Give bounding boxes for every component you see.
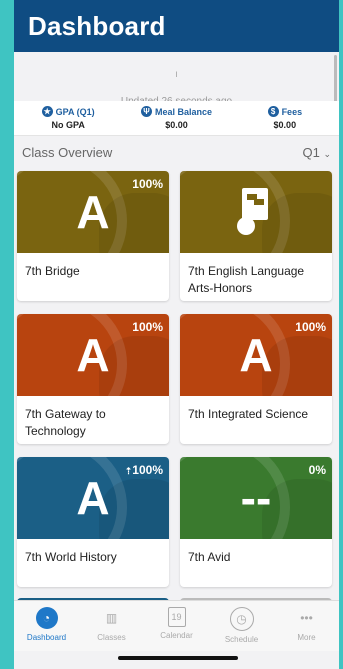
class-name: 7th Integrated Science bbox=[188, 407, 309, 421]
classes-icon: ▥ bbox=[105, 611, 118, 625]
class-grade: A bbox=[239, 329, 273, 381]
class-grade: A bbox=[76, 329, 110, 381]
more-icon: ••• bbox=[300, 611, 313, 625]
gpa-label-row: ★ GPA (Q1) bbox=[41, 106, 95, 117]
class-name: 7th English Language Arts-Honors bbox=[188, 264, 305, 295]
header-bar: Dashboard bbox=[14, 0, 339, 52]
fees-value: $0.00 bbox=[273, 120, 297, 130]
class-name: 7th Gateway to Technology bbox=[25, 407, 106, 438]
meal-icon: Ψ bbox=[140, 106, 152, 117]
class-card[interactable]: A 100% 7th Gateway to Technology bbox=[17, 314, 169, 444]
page-title: Dashboard bbox=[28, 10, 166, 41]
tab-dashboard[interactable]: ◔ Dashboard bbox=[14, 601, 79, 651]
class-card[interactable]: A 100% 7th Bridge bbox=[17, 171, 169, 301]
class-grade: A bbox=[76, 186, 110, 238]
class-name: 7th Avid bbox=[188, 550, 231, 564]
app-screen: Dashboard ı Updated 26 seconds ago ★ GPA… bbox=[14, 0, 339, 669]
class-card[interactable]: -- 0% 7th Avid bbox=[180, 457, 332, 587]
tab-label: Dashboard bbox=[26, 633, 67, 642]
class-card-banner: A ⇡100% bbox=[17, 457, 169, 539]
class-name: 7th Bridge bbox=[25, 264, 80, 278]
class-percent: ⇡100% bbox=[125, 463, 163, 477]
refresh-spinner: ı bbox=[175, 68, 178, 80]
class-grade: -- bbox=[240, 472, 272, 524]
meal-value: $0.00 bbox=[165, 120, 188, 130]
book-apple-icon bbox=[237, 188, 268, 235]
class-card-banner: A 100% bbox=[17, 171, 169, 253]
class-overview-header: Class Overview Q1 ⌄ bbox=[22, 143, 331, 161]
class-grid: A 100% 7th Bridge 7th English Language A… bbox=[17, 171, 335, 587]
summary-bar: ★ GPA (Q1) No GPA Ψ Meal Balance $0.00 $… bbox=[14, 101, 339, 136]
calendar-icon: 19 bbox=[167, 607, 186, 627]
tab-more[interactable]: ••• More bbox=[274, 601, 339, 651]
gpa-label: GPA (Q1) bbox=[55, 106, 95, 117]
class-percent: 100% bbox=[295, 320, 326, 334]
class-percent: 0% bbox=[308, 463, 326, 477]
bottom-tab-bar: ◔ Dashboard ▥ Classes 19 Calendar ◷ Sche… bbox=[14, 600, 339, 651]
class-card[interactable]: A ⇡100% 7th World History bbox=[17, 457, 169, 587]
class-card[interactable]: 7th English Language Arts-Honors bbox=[180, 171, 332, 301]
tab-label: More bbox=[297, 633, 316, 642]
meal-balance-summary[interactable]: Ψ Meal Balance $0.00 bbox=[122, 101, 230, 135]
star-icon: ★ bbox=[41, 106, 53, 117]
gpa-summary[interactable]: ★ GPA (Q1) No GPA bbox=[14, 101, 122, 135]
fees-label: Fees bbox=[281, 106, 303, 117]
tab-label: Schedule bbox=[224, 635, 259, 644]
quarter-label: Q1 bbox=[302, 144, 320, 160]
quarter-selector[interactable]: Q1 ⌄ bbox=[302, 145, 331, 160]
class-card-banner: -- 0% bbox=[180, 457, 332, 539]
class-grade: A bbox=[76, 472, 110, 524]
dollar-icon: $ bbox=[267, 106, 279, 117]
home-indicator bbox=[118, 656, 238, 660]
class-name: 7th World History bbox=[25, 550, 117, 564]
class-percent: 100% bbox=[132, 177, 163, 191]
class-percent: 100% bbox=[132, 320, 163, 334]
tab-label: Classes bbox=[97, 633, 126, 642]
tab-calendar[interactable]: 19 Calendar bbox=[144, 601, 209, 651]
pull-refresh-indicator: ı bbox=[14, 52, 339, 96]
schedule-icon: ◷ bbox=[229, 607, 254, 631]
class-percent-value: 100% bbox=[132, 463, 163, 477]
fees-summary[interactable]: $ Fees $0.00 bbox=[231, 101, 339, 135]
tab-label: Calendar bbox=[160, 631, 193, 640]
class-card-banner: A 100% bbox=[17, 314, 169, 396]
class-card[interactable]: A 100% 7th Integrated Science bbox=[180, 314, 332, 444]
class-overview-title: Class Overview bbox=[22, 144, 113, 160]
chevron-down-icon: ⌄ bbox=[323, 148, 331, 159]
tab-classes[interactable]: ▥ Classes bbox=[79, 601, 144, 651]
fees-label-row: $ Fees bbox=[267, 106, 303, 117]
tab-schedule[interactable]: ◷ Schedule bbox=[209, 601, 274, 651]
class-card-banner: A 100% bbox=[180, 314, 332, 396]
dashboard-icon: ◔ bbox=[35, 607, 58, 629]
class-card-banner bbox=[180, 171, 332, 253]
meal-label-row: Ψ Meal Balance bbox=[140, 106, 212, 117]
gpa-value: No GPA bbox=[51, 120, 85, 130]
meal-label: Meal Balance bbox=[154, 106, 212, 117]
